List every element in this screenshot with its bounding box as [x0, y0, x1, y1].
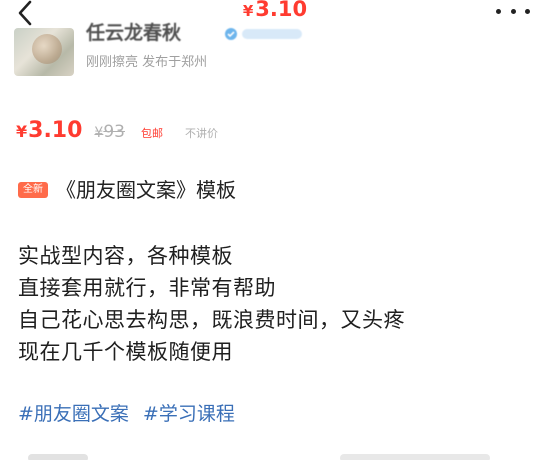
description-line: 自己花心思去构思，既浪费时间，又头疼 [18, 308, 405, 332]
new-badge: 全新 [18, 182, 48, 198]
seller-avatar[interactable] [14, 28, 74, 76]
header-price: ¥3.10 [0, 0, 550, 24]
bottom-bar-peek [0, 450, 550, 460]
description-line: 现在几千个模板随便用 [18, 340, 233, 364]
description-line: 直接套用就行，非常有帮助 [18, 276, 276, 300]
original-price-value: 93 [103, 122, 125, 142]
current-price-symbol: ¥ [16, 122, 28, 141]
original-price-symbol: ¥ [94, 125, 104, 141]
free-shipping-label: 包邮 [140, 127, 163, 140]
tag-xuexi-kecheng[interactable]: #学习课程 [143, 402, 235, 426]
item-title-row: 全新 《朋友圈文案》模板 [18, 176, 236, 204]
item-description: 实战型内容，各种模板 直接套用就行，非常有帮助 自己花心思去构思，既浪费时间，又… [18, 240, 538, 368]
verified-icon [225, 28, 237, 40]
no-bargain-label: 不讲价 [184, 127, 218, 140]
product-detail-page: ¥3.10 任云龙春秋 刚刚擦亮 发布于郑州 ¥3.10 ¥93 包邮 不讲价 … [0, 0, 550, 460]
header-price-symbol: ¥ [242, 2, 254, 20]
current-price: ¥3.10 [16, 118, 82, 143]
description-line: 实战型内容，各种模板 [18, 244, 233, 268]
current-price-value: 3.10 [28, 118, 83, 143]
seller-name[interactable]: 任云龙春秋 [86, 22, 181, 44]
seller-meta: 刚刚擦亮 发布于郑州 [86, 55, 208, 70]
original-price: ¥93 [94, 122, 125, 142]
price-row: ¥3.10 ¥93 包邮 不讲价 [16, 118, 218, 152]
item-title: 《朋友圈文案》模板 [56, 178, 236, 202]
tag-list: #朋友圈文案 #学习课程 [18, 402, 235, 426]
header-price-value: 3.10 [255, 0, 308, 21]
more-options-button[interactable] [496, 3, 530, 19]
seller-info[interactable]: 任云龙春秋 刚刚擦亮 发布于郑州 [14, 22, 534, 78]
more-dots-icon [496, 8, 501, 14]
tag-pengyouquan-wenan[interactable]: #朋友圈文案 [18, 402, 129, 426]
verified-badge [224, 26, 324, 42]
